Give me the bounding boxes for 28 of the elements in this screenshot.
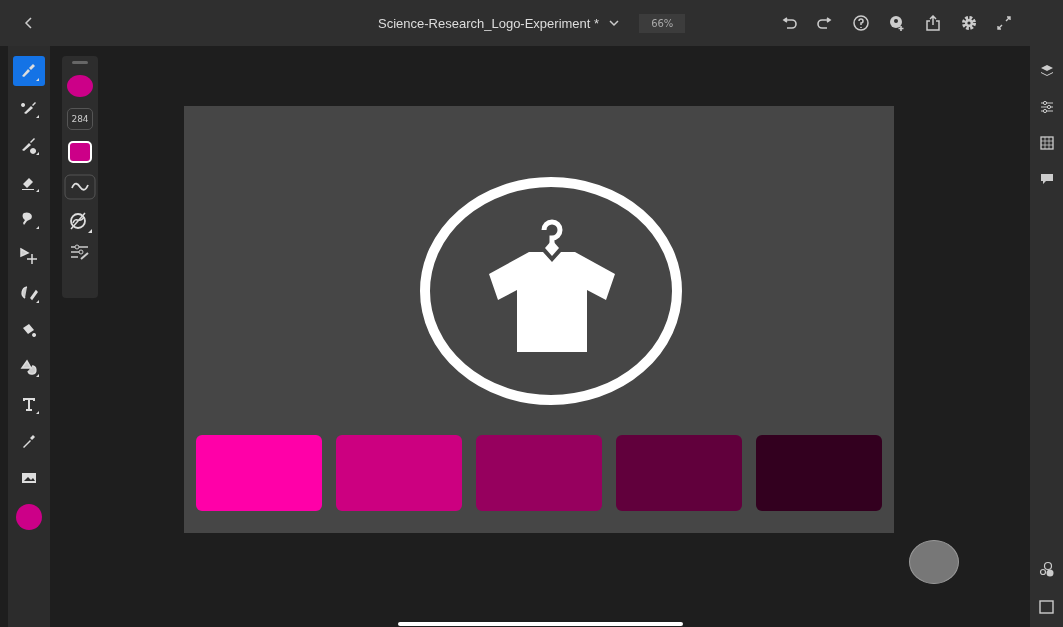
settings-icon[interactable] (961, 15, 977, 31)
expand-icon[interactable] (997, 16, 1011, 30)
chevron-icon[interactable] (609, 19, 620, 27)
undo-icon[interactable] (781, 17, 797, 29)
brush-color-button[interactable] (67, 75, 93, 97)
redo-icon[interactable] (817, 17, 833, 29)
grid-icon[interactable] (1039, 136, 1054, 150)
square-icon[interactable] (1038, 599, 1055, 615)
layers-icon[interactable] (1039, 64, 1054, 78)
floating-button[interactable] (909, 540, 959, 584)
pressure-icon[interactable] (68, 211, 92, 233)
panel-handle[interactable] (72, 61, 88, 64)
zoom-level[interactable]: 66% (639, 13, 686, 33)
shape-icon (19, 357, 39, 377)
adjustments-icon[interactable] (1039, 100, 1054, 114)
brush-icon (19, 61, 39, 81)
comment-icon[interactable] (1039, 172, 1054, 186)
help-icon[interactable] (853, 15, 869, 31)
color-picker-button[interactable] (16, 504, 42, 530)
people-icon[interactable] (1038, 561, 1055, 577)
brush-settings-icon[interactable] (70, 244, 90, 260)
move-icon (19, 246, 39, 266)
brush-swatch-button[interactable] (68, 141, 92, 163)
document-title[interactable]: Science-Research_Logo-Experiment * (378, 15, 600, 31)
smoothing-icon[interactable] (64, 174, 96, 200)
brush-size-field[interactable]: 284 (67, 108, 93, 130)
share-icon[interactable] (925, 15, 941, 31)
invite-icon[interactable] (889, 15, 905, 31)
